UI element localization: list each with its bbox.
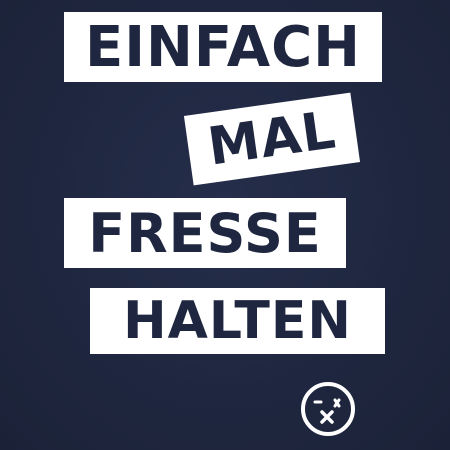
line-halten: HALTEN (123, 291, 352, 351)
text-block-halten: HALTEN (90, 288, 385, 354)
line-mal: MAL (204, 100, 340, 178)
line-einfach: EINFACH (84, 14, 362, 80)
text-block-fresse: FRESSE (64, 198, 346, 268)
line-fresse: FRESSE (88, 201, 322, 265)
text-block-einfach: EINFACH (64, 12, 382, 82)
smiley-face-icon (301, 382, 355, 436)
